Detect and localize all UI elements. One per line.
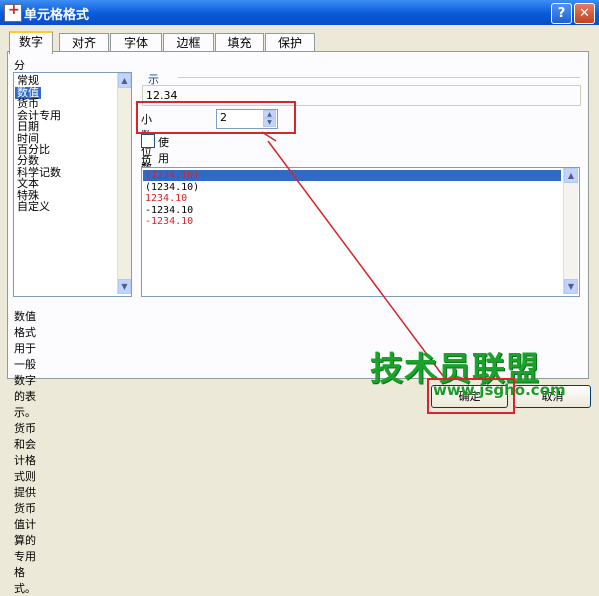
negative-item[interactable]: (1234.10) bbox=[145, 182, 199, 193]
tab-fill[interactable]: 填充 bbox=[215, 33, 264, 52]
decimal-highlight-box bbox=[136, 101, 296, 134]
window-title: 单元格格式 bbox=[24, 8, 90, 23]
title-bar[interactable]: + 单元格格式 ? ✕ bbox=[0, 0, 599, 25]
tab-alignment[interactable]: 对齐 bbox=[59, 33, 109, 52]
ok-highlight-box bbox=[427, 378, 515, 414]
tab-number[interactable]: 数字 bbox=[9, 31, 53, 54]
negative-item[interactable]: -1234.10 bbox=[145, 205, 193, 216]
app-icon: + bbox=[4, 2, 22, 22]
help-button[interactable]: ? bbox=[551, 3, 572, 24]
thousand-separator-checkbox[interactable] bbox=[141, 134, 155, 148]
negative-scrollbar[interactable]: ▲ ▼ bbox=[563, 168, 578, 294]
close-button[interactable]: ✕ bbox=[574, 3, 595, 24]
negative-numbers-list[interactable]: (1234.10) (1234.10) 1234.10 -1234.10 -12… bbox=[141, 167, 580, 297]
category-list[interactable]: 常规 数值 货币 会计专用 日期 时间 百分比 分数 科学记数 文本 特殊 自定… bbox=[13, 72, 132, 297]
tab-border[interactable]: 边框 bbox=[163, 33, 214, 52]
format-description: 数值格式用于一般数字的表示。货币和会计格式则提供货币值计算的专用格式。 bbox=[14, 310, 36, 595]
scroll-up-icon[interactable]: ▲ bbox=[564, 168, 578, 183]
category-item-custom[interactable]: 自定义 bbox=[17, 201, 50, 213]
scroll-down-icon[interactable]: ▼ bbox=[564, 279, 578, 294]
negative-item[interactable]: (1234.10) bbox=[143, 170, 561, 181]
tab-font[interactable]: 字体 bbox=[110, 33, 162, 52]
tab-protection[interactable]: 保护 bbox=[265, 33, 315, 52]
scroll-up-icon[interactable]: ▲ bbox=[118, 73, 131, 88]
sample-divider bbox=[178, 77, 580, 78]
category-scrollbar[interactable]: ▲ ▼ bbox=[117, 73, 131, 294]
negative-item[interactable]: -1234.10 bbox=[145, 216, 193, 227]
scroll-down-icon[interactable]: ▼ bbox=[118, 279, 131, 294]
negative-item[interactable]: 1234.10 bbox=[145, 193, 187, 204]
